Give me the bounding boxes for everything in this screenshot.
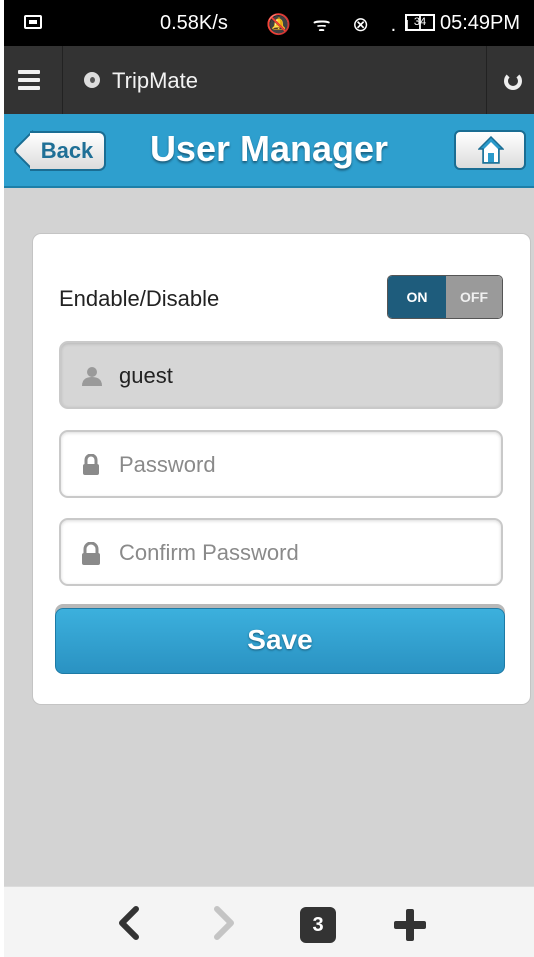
status-time: 05:49PM — [440, 12, 521, 34]
tabs-count-button[interactable]: 3 — [300, 907, 336, 943]
chevron-right-icon — [214, 906, 234, 940]
save-button[interactable]: Save — [55, 608, 505, 674]
chevron-left-icon[interactable] — [114, 905, 144, 941]
menu-icon[interactable] — [18, 70, 42, 90]
toggle-off-label: OFF — [446, 276, 502, 318]
user-icon — [82, 367, 102, 386]
browser-toolbar: TripMate — [4, 46, 534, 114]
toggle-on-label: ON — [388, 276, 446, 318]
reload-icon[interactable] — [504, 72, 522, 90]
lock-icon — [83, 454, 99, 475]
confirm-password-field[interactable] — [59, 518, 503, 586]
enable-toggle[interactable]: ON OFF — [387, 275, 503, 319]
username-field — [59, 341, 503, 409]
username-input — [117, 357, 491, 395]
status-bar: 0.58K/s 🔕 ᯤ ⊗ .ıl 34 05:49PM — [4, 0, 534, 46]
site-favicon-icon — [84, 72, 100, 88]
home-icon — [478, 136, 504, 164]
password-input[interactable] — [117, 446, 491, 484]
browser-bottom-nav: 3 — [4, 886, 534, 957]
toolbar-divider — [62, 46, 63, 114]
phone-screen: 0.58K/s 🔕 ᯤ ⊗ .ıl 34 05:49PM TripMate Ba… — [4, 0, 534, 957]
home-button[interactable] — [454, 130, 526, 170]
toolbar-divider — [486, 46, 487, 114]
battery-icon: 34 — [405, 14, 435, 31]
user-form-card: Endable/Disable ON OFF guest Save — [32, 233, 531, 705]
site-title[interactable]: TripMate — [112, 68, 198, 94]
plus-icon[interactable] — [392, 907, 428, 943]
lock-icon — [82, 542, 100, 565]
enable-disable-label: Endable/Disable — [59, 286, 220, 311]
app-header: Back User Manager — [4, 114, 534, 188]
screenshot-icon — [24, 15, 42, 29]
confirm-password-input[interactable] — [117, 534, 491, 572]
network-speed: 0.58K/s — [160, 12, 228, 34]
password-field[interactable] — [59, 430, 503, 498]
